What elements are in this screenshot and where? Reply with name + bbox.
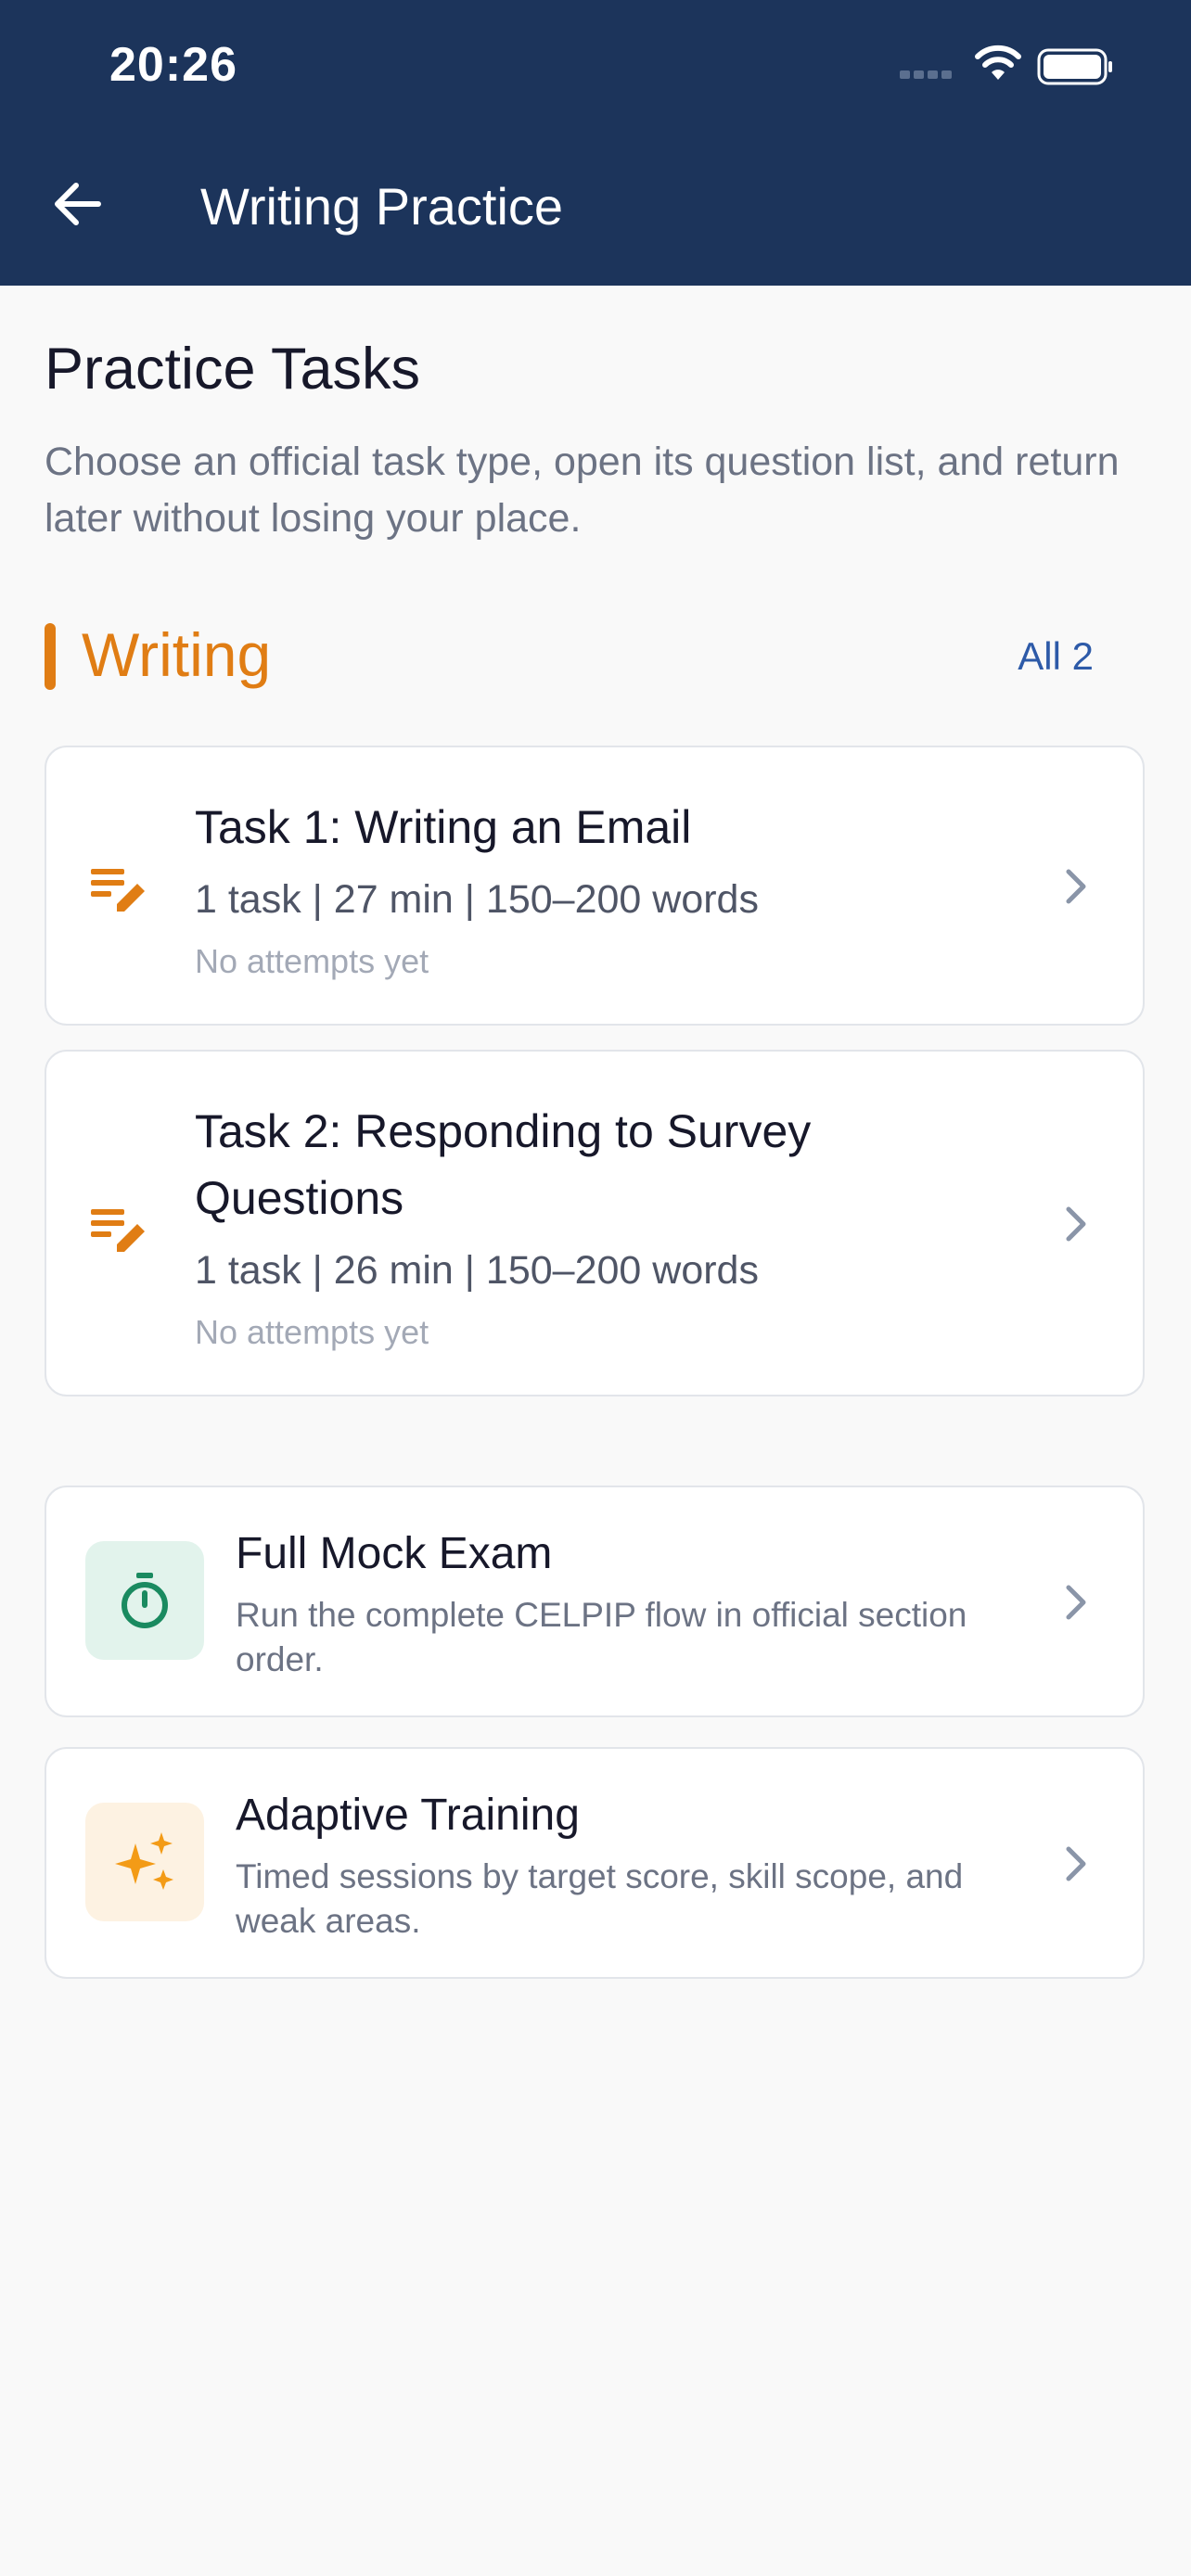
adaptive-training-card[interactable]: Adaptive Training Timed sessions by targ…: [45, 1747, 1145, 1979]
task-title: Task 2: Responding to Survey Questions: [195, 1105, 812, 1224]
app-bar: 20:26 Writing Practice: [0, 0, 1191, 286]
task-meta: 1 task | 26 min | 150–200 words: [195, 1248, 759, 1293]
chevron-right-icon: [1066, 1206, 1086, 1242]
feature-icon-box: [85, 1803, 204, 1921]
arrow-left-icon: [55, 183, 101, 225]
feature-icon-box: [85, 1541, 204, 1660]
feature-title: Full Mock Exam: [236, 1529, 553, 1578]
task-meta: 1 task | 27 min | 150–200 words: [195, 877, 759, 922]
category-title: Writing: [82, 620, 272, 689]
full-mock-exam-card[interactable]: Full Mock Exam Run the complete CELPIP f…: [45, 1486, 1145, 1717]
wifi-icon: [975, 45, 1021, 80]
task-title: Task 1: Writing an Email: [195, 801, 692, 853]
edit-note-icon: [91, 1209, 145, 1252]
feature-description: Timed sessions by target score, skill sc…: [236, 1857, 964, 1940]
task-card[interactable]: Task 1: Writing an Email 1 task | 27 min…: [45, 746, 1145, 1026]
feature-title: Adaptive Training: [236, 1791, 580, 1840]
task-status: No attempts yet: [195, 1313, 429, 1351]
status-time: 20:26: [109, 38, 237, 92]
chevron-right-icon: [1066, 869, 1086, 904]
timer-icon: [122, 1573, 168, 1628]
chevron-right-icon: [1066, 1846, 1086, 1881]
view-all-link[interactable]: All 2: [1018, 634, 1094, 679]
page-title: Writing Practice: [200, 177, 564, 236]
feature-description: Run the complete CELPIP flow in official…: [236, 1596, 967, 1678]
intro-description: Choose an official task type, open its q…: [45, 440, 1120, 541]
edit-note-icon: [91, 869, 145, 912]
sparkle-icon: [115, 1832, 173, 1890]
task-card[interactable]: Task 2: Responding to Survey Questions 1…: [45, 1050, 1145, 1396]
back-button[interactable]: [41, 167, 115, 241]
category-accent-bar: [45, 623, 56, 690]
section-heading: Practice Tasks: [45, 337, 420, 402]
chevron-right-icon: [1066, 1585, 1086, 1620]
battery-icon: [1037, 48, 1112, 85]
task-status: No attempts yet: [195, 942, 429, 980]
